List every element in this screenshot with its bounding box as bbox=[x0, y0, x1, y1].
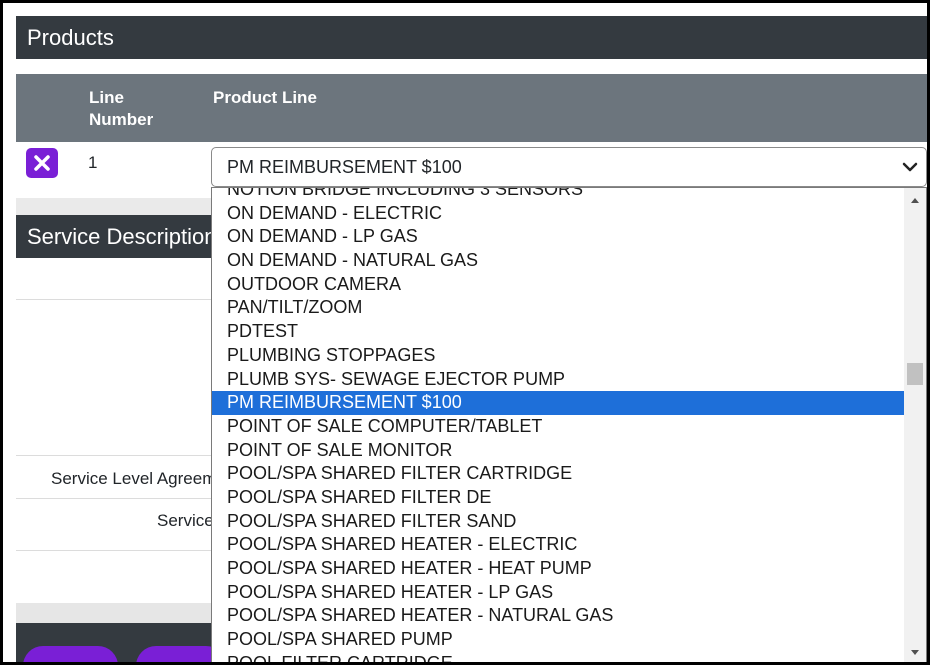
dropdown-option[interactable]: NOTION BRIDGE INCLUDING 3 SENSORS bbox=[212, 188, 905, 202]
dropdown-option[interactable]: POOL/SPA SHARED HEATER - ELECTRIC bbox=[212, 533, 905, 557]
column-header-product-line: Product Line bbox=[213, 88, 317, 107]
row-line-number: 1 bbox=[88, 153, 98, 172]
dropdown-option[interactable]: PAN/TILT/ZOOM bbox=[212, 296, 905, 320]
product-line-dropdown[interactable]: NOTION BRIDGE INCLUDING 3 SENSORS ON DEMA… bbox=[211, 187, 927, 662]
dropdown-option[interactable]: OUTDOOR CAMERA bbox=[212, 273, 905, 297]
dropdown-option[interactable]: POOL/SPA SHARED FILTER SAND bbox=[212, 510, 905, 534]
dropdown-option[interactable]: POOL FILTER CARTRIDGE bbox=[212, 652, 905, 662]
column-header-line-number: Line Number bbox=[89, 87, 153, 131]
scrollbar-thumb[interactable] bbox=[907, 363, 923, 385]
dropdown-option[interactable]: POOL/SPA SHARED HEATER - HEAT PUMP bbox=[212, 557, 905, 581]
dropdown-option[interactable]: POOL/SPA SHARED HEATER - NATURAL GAS bbox=[212, 604, 905, 628]
dropdown-options: NOTION BRIDGE INCLUDING 3 SENSORS ON DEMA… bbox=[212, 188, 905, 662]
dropdown-option[interactable]: PLUMBING STOPPAGES bbox=[212, 344, 905, 368]
chevron-down-icon bbox=[902, 162, 918, 172]
product-line-select[interactable]: PM REIMBURSEMENT $100 bbox=[211, 147, 927, 187]
dropdown-option[interactable]: POINT OF SALE COMPUTER/TABLET bbox=[212, 415, 905, 439]
dropdown-option[interactable]: POOL/SPA SHARED FILTER CARTRIDGE bbox=[212, 462, 905, 486]
column-header-line-number-line2: Number bbox=[89, 110, 154, 129]
dropdown-option[interactable]: ON DEMAND - LP GAS bbox=[212, 225, 905, 249]
product-line-select-value: PM REIMBURSEMENT $100 bbox=[227, 157, 462, 177]
service-label: Service bbox=[157, 511, 214, 530]
dropdown-option[interactable]: ON DEMAND - NATURAL GAS bbox=[212, 249, 905, 273]
triangle-up-icon[interactable] bbox=[904, 194, 926, 206]
dropdown-option[interactable]: PDTEST bbox=[212, 320, 905, 344]
dropdown-option[interactable]: POOL/SPA SHARED HEATER - LP GAS bbox=[212, 581, 905, 605]
delete-row-button[interactable] bbox=[26, 148, 58, 178]
dropdown-option-selected[interactable]: PM REIMBURSEMENT $100 bbox=[212, 391, 905, 415]
close-icon bbox=[34, 155, 50, 171]
dropdown-option[interactable]: ON DEMAND - ELECTRIC bbox=[212, 202, 905, 226]
products-grid-header: Line Number Product Line bbox=[16, 74, 927, 142]
dropdown-option[interactable]: POOL/SPA SHARED PUMP bbox=[212, 628, 905, 652]
dropdown-scrollbar[interactable] bbox=[904, 188, 926, 662]
triangle-down-icon[interactable] bbox=[904, 647, 926, 659]
column-header-line-number-line1: Line bbox=[89, 88, 124, 107]
app-frame: Products Line Number Product Line 1 PM R… bbox=[0, 0, 930, 665]
dropdown-option[interactable]: PLUMB SYS- SEWAGE EJECTOR PUMP bbox=[212, 368, 905, 392]
footer-button[interactable] bbox=[23, 646, 118, 662]
dropdown-option[interactable]: POINT OF SALE MONITOR bbox=[212, 439, 905, 463]
dropdown-option[interactable]: POOL/SPA SHARED FILTER DE bbox=[212, 486, 905, 510]
products-header: Products bbox=[16, 16, 927, 59]
